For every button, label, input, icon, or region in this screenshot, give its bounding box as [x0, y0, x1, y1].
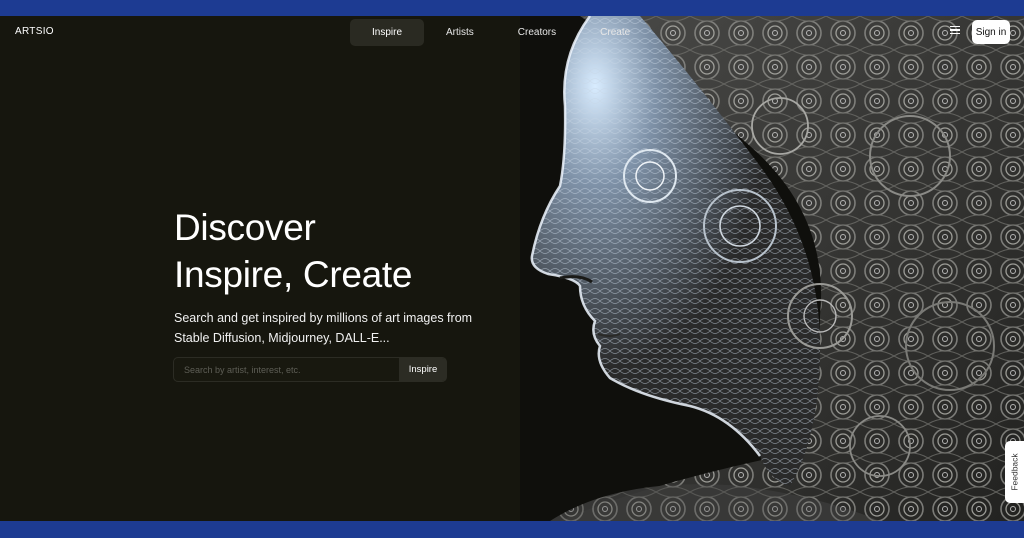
nav-link-creators[interactable]: Creators [496, 19, 578, 46]
nav-link-inspire[interactable]: Inspire [350, 19, 425, 46]
frame-bar-top [0, 0, 1024, 16]
search-bar: Inspire [173, 357, 447, 382]
hamburger-menu-icon[interactable] [950, 26, 960, 35]
hero-art-image [520, 16, 1024, 521]
inspire-search-button[interactable]: Inspire [399, 358, 447, 381]
hero-subline: Search and get inspired by millions of a… [174, 311, 473, 345]
hero-headline: Discover Inspire, Create [174, 204, 412, 298]
search-input[interactable] [174, 358, 399, 381]
feedback-label: Feedback [1009, 453, 1020, 491]
hero-headline-line2: Inspire, Create [174, 254, 413, 295]
page-viewport: ARTSIO Inspire Artists Creators Create S… [0, 16, 1024, 521]
top-nav: ARTSIO Inspire Artists Creators Create S… [0, 16, 1024, 48]
nav-link-create[interactable]: Create [578, 19, 652, 46]
sign-in-button[interactable]: Sign in [972, 20, 1010, 44]
feedback-tab[interactable]: Feedback [1005, 441, 1024, 503]
logo[interactable]: ARTSIO [15, 26, 54, 37]
hero-headline-line1: Discover [174, 207, 316, 248]
nav-link-artists[interactable]: Artists [424, 19, 496, 46]
nav-links: Inspire Artists Creators Create [350, 19, 652, 46]
frame-bar-bottom [0, 521, 1024, 538]
